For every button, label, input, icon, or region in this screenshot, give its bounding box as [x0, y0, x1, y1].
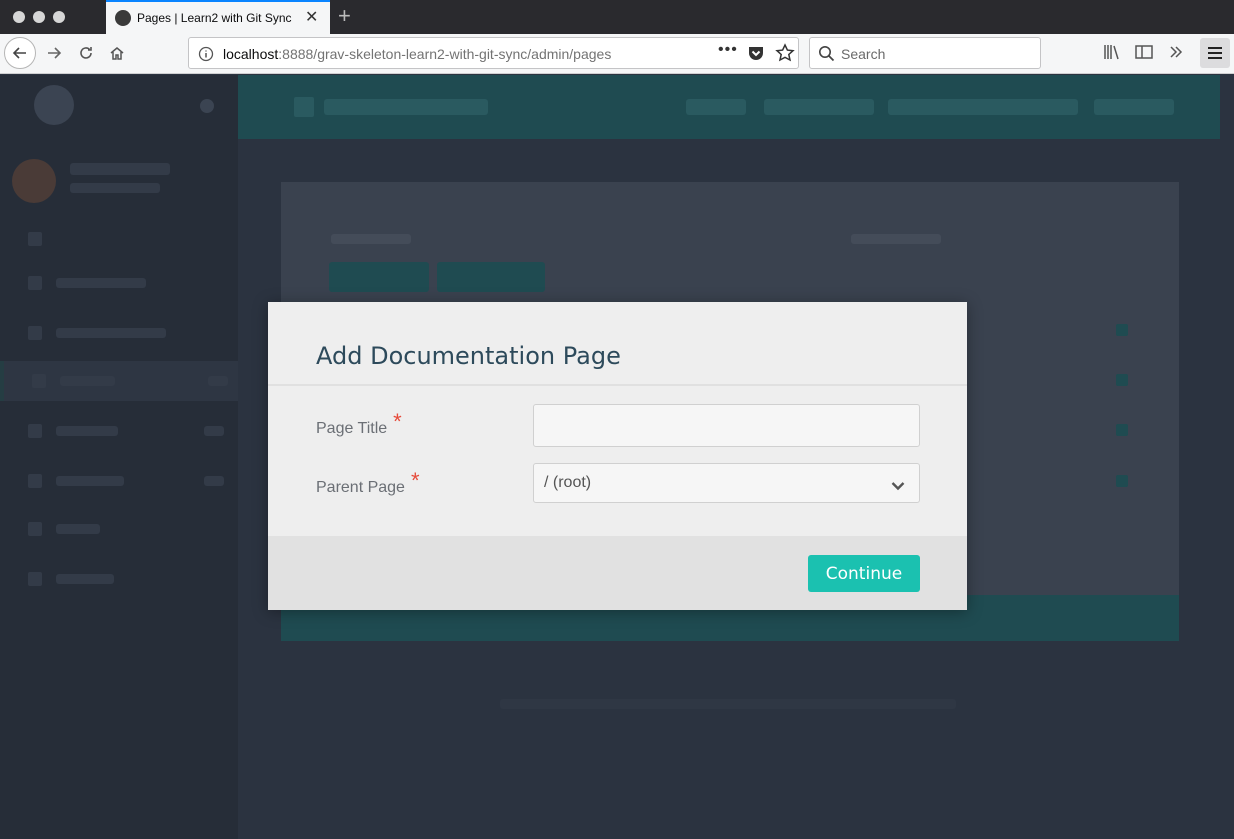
tab-close-icon[interactable]: ✕ [305, 7, 318, 27]
filter-placeholder [331, 234, 411, 244]
sidebar-label-placeholder [56, 278, 146, 288]
sidebar-item [0, 461, 238, 501]
search-placeholder-bar [851, 234, 941, 244]
parent-page-label-text: Parent Page [316, 479, 405, 496]
modal-footer: Continue [268, 536, 967, 610]
sidebar-icon [28, 276, 42, 290]
row-checkbox-placeholder [1116, 424, 1128, 436]
modal-header: Add Documentation Page [268, 302, 967, 386]
library-icon[interactable] [1101, 41, 1123, 63]
url-host: localhost [223, 46, 279, 62]
home-button[interactable] [101, 37, 133, 69]
page-title-label-text: Page Title [316, 420, 388, 437]
sidebar-item [0, 263, 238, 303]
sidebar-item [0, 313, 238, 353]
admin-sidebar [0, 75, 238, 839]
sidebar-label-placeholder [56, 524, 100, 534]
sidebar-item [0, 509, 238, 549]
required-marker: * [393, 409, 402, 434]
tab-title: Pages | Learn2 with Git Sync [137, 11, 292, 25]
page-title-label: Page Title * [316, 409, 402, 439]
page-footer-placeholder [500, 699, 956, 709]
row-checkbox-placeholder [1116, 475, 1128, 487]
browser-tab[interactable]: Pages | Learn2 with Git Sync ✕ [106, 0, 330, 34]
admin-topbar [238, 75, 1220, 139]
window-zoom-button[interactable] [53, 11, 65, 23]
continue-button[interactable]: Continue [808, 555, 920, 592]
window-minimize-button[interactable] [33, 11, 45, 23]
user-role-placeholder [70, 183, 160, 193]
sidebar-icon [28, 474, 42, 488]
sidebar-icon [28, 572, 42, 586]
browser-search-bar[interactable]: Search [809, 37, 1041, 69]
overflow-icon[interactable] [1165, 41, 1187, 63]
required-marker: * [410, 468, 420, 493]
grav-logo-icon [34, 85, 74, 125]
card-button-placeholder [437, 262, 545, 292]
sidebar-count-placeholder [204, 426, 224, 436]
sidebar-item [0, 411, 238, 451]
avatar [12, 159, 56, 203]
pocket-icon[interactable] [747, 45, 765, 67]
info-icon[interactable] [198, 46, 214, 67]
grav-favicon-icon [115, 10, 131, 26]
sidebar-icon [28, 522, 42, 536]
sidebar-item [0, 219, 238, 259]
row-checkbox-placeholder [1116, 324, 1128, 336]
parent-page-selected-value: / (root) [544, 474, 592, 491]
page-title-input[interactable] [533, 404, 920, 447]
browser-navbar: localhost:8888/grav-skeleton-learn2-with… [0, 34, 1234, 74]
add-page-modal: Add Documentation Page Page Title * Paren… [268, 302, 967, 610]
card-button-placeholder [329, 262, 429, 292]
url-bar[interactable]: localhost:8888/grav-skeleton-learn2-with… [188, 37, 799, 69]
new-tab-icon[interactable]: + [338, 3, 351, 29]
sidebar-item-active [0, 361, 238, 401]
search-placeholder: Search [841, 46, 886, 62]
sidebar-label-placeholder [56, 574, 114, 584]
sidebar-label-placeholder [56, 476, 124, 486]
chevron-down-icon [891, 478, 905, 496]
home-icon [110, 47, 124, 60]
parent-page-select[interactable]: / (root) [533, 463, 920, 503]
sidebar-count-placeholder [204, 476, 224, 486]
gear-icon [200, 99, 214, 113]
forward-icon [48, 47, 62, 59]
row-checkbox-placeholder [1116, 374, 1128, 386]
sidebar-count-placeholder [208, 376, 228, 386]
sidebar-label-placeholder [56, 328, 166, 338]
forward-button[interactable] [38, 37, 70, 69]
reload-icon [80, 47, 92, 59]
grav-logo [0, 75, 238, 139]
user-name-placeholder [70, 163, 170, 175]
topbar-button-placeholder [764, 99, 874, 115]
topbar-button-placeholder [1094, 99, 1174, 115]
sidebar-icon[interactable] [1133, 41, 1155, 63]
topbar-button-placeholder [686, 99, 746, 115]
sidebar-icon [32, 374, 46, 388]
sidebar-item [0, 559, 238, 599]
url-text: localhost:8888/grav-skeleton-learn2-with… [223, 46, 611, 62]
bookmark-star-icon[interactable] [775, 43, 795, 68]
reload-button[interactable] [70, 37, 102, 69]
sidebar-icon [28, 326, 42, 340]
url-path: :8888/grav-skeleton-learn2-with-git-sync… [278, 46, 612, 62]
sidebar-icon [28, 424, 42, 438]
sidebar-label-placeholder [56, 426, 118, 436]
modal-title: Add Documentation Page [316, 342, 621, 370]
sidebar-icon [28, 232, 42, 246]
browser-titlebar: Pages | Learn2 with Git Sync ✕ + [0, 0, 1234, 34]
back-icon [12, 47, 26, 59]
search-icon [818, 45, 835, 67]
topbar-button-placeholder [888, 99, 1078, 115]
page-title-placeholder [324, 99, 488, 115]
back-button[interactable] [4, 37, 36, 69]
sidebar-label-placeholder [60, 376, 115, 386]
parent-page-label: Parent Page * [316, 468, 420, 498]
window-close-button[interactable] [13, 11, 25, 23]
menu-icon[interactable] [1200, 38, 1230, 68]
more-icon[interactable]: ••• [718, 41, 738, 59]
page-title-icon [294, 97, 314, 117]
